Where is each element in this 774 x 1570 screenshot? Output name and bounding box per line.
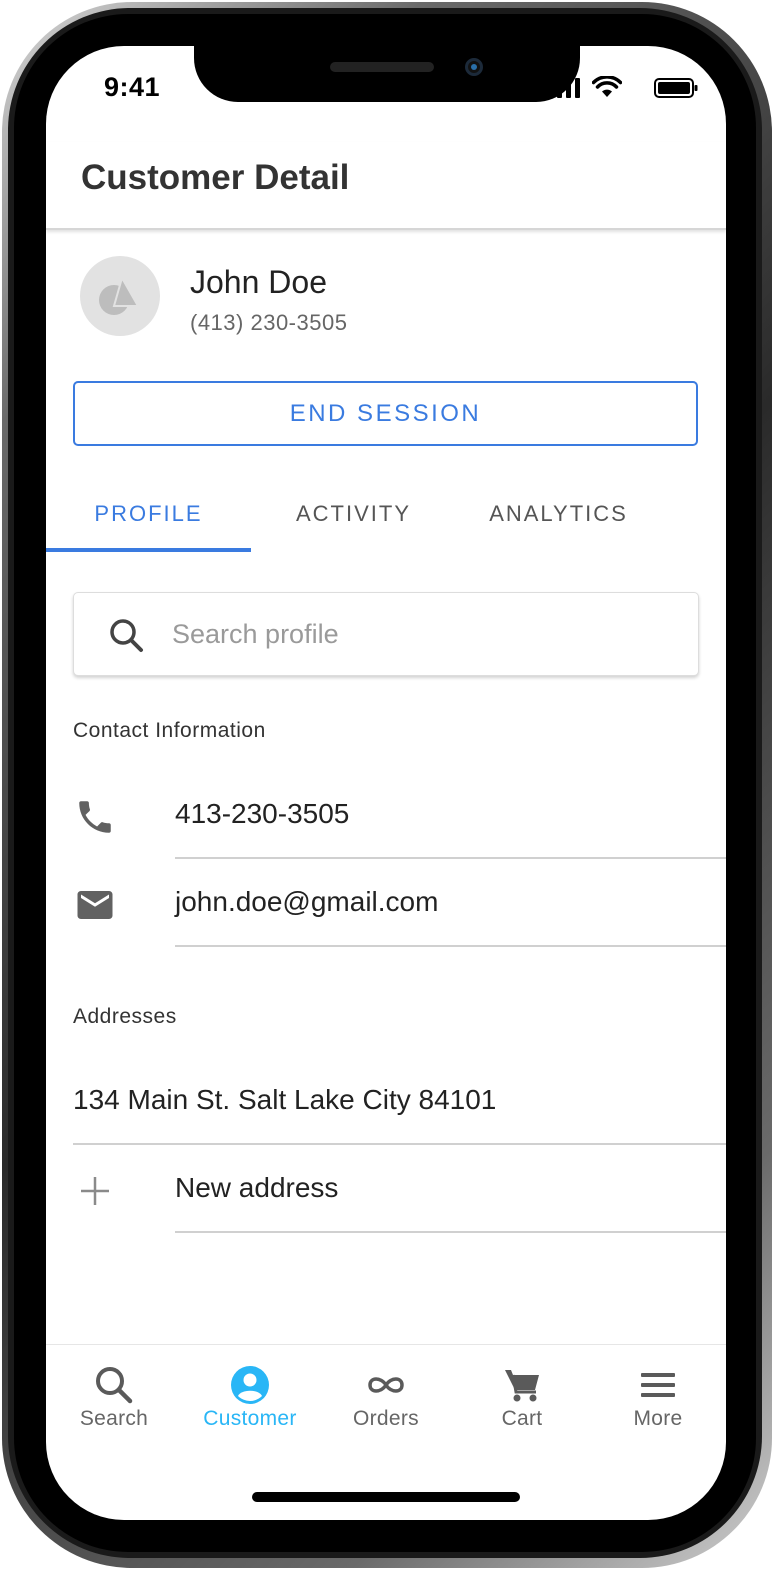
- search-box: [73, 592, 699, 676]
- addresses-section-label: Addresses: [73, 1005, 177, 1028]
- front-camera: [465, 58, 483, 76]
- account-circle-icon: [231, 1366, 269, 1404]
- nav-search-label: Search: [79, 1407, 149, 1430]
- tab-analytics[interactable]: ANALYTICS: [456, 476, 661, 552]
- divider: [175, 1231, 726, 1233]
- infinity-icon: [368, 1377, 404, 1393]
- nav-cart-label: Cart: [501, 1407, 543, 1430]
- divider: [175, 857, 726, 859]
- tab-activity[interactable]: ACTIVITY: [251, 476, 456, 552]
- divider: [73, 1143, 726, 1145]
- nav-cart[interactable]: Cart: [454, 1345, 590, 1455]
- bottom-nav: Search Customer Orders Cart More: [46, 1344, 726, 1454]
- search-input[interactable]: [172, 611, 672, 657]
- contact-email[interactable]: john.doe@gmail.com: [175, 886, 438, 918]
- signal-icon: [548, 78, 580, 98]
- menu-icon: [641, 1373, 675, 1397]
- new-address-button[interactable]: New address: [175, 1172, 338, 1204]
- nav-more-label: More: [633, 1407, 683, 1430]
- search-icon: [96, 1367, 133, 1404]
- plus-icon[interactable]: [74, 1170, 116, 1212]
- avatar: [80, 256, 160, 336]
- nav-search[interactable]: Search: [46, 1345, 182, 1455]
- phone-icon: [79, 801, 111, 833]
- customer-name: John Doe: [190, 264, 327, 300]
- contact-phone[interactable]: 413-230-3505: [175, 798, 349, 830]
- address-item[interactable]: 134 Main St. Salt Lake City 84101: [73, 1084, 496, 1116]
- nav-orders[interactable]: Orders: [318, 1345, 454, 1455]
- tab-profile[interactable]: PROFILE: [46, 476, 251, 552]
- screen: 9:41 Customer Detail John Doe (413) 230-…: [46, 46, 726, 1520]
- end-session-button[interactable]: END SESSION: [73, 381, 698, 446]
- nav-customer-label: Customer: [203, 1407, 297, 1430]
- nav-more[interactable]: More: [590, 1345, 726, 1455]
- status-icons: [538, 76, 698, 100]
- search-icon: [110, 619, 143, 652]
- tab-indicator: [46, 548, 251, 552]
- page-title: Customer Detail: [81, 158, 350, 197]
- tab-bar: PROFILE ACTIVITY ANALYTICS: [46, 476, 726, 552]
- divider: [175, 945, 726, 947]
- status-time: 9:41: [104, 72, 161, 102]
- email-icon: [77, 891, 113, 919]
- nav-customer[interactable]: Customer: [182, 1345, 318, 1455]
- nav-orders-label: Orders: [353, 1407, 419, 1430]
- home-indicator[interactable]: [252, 1492, 520, 1502]
- placeholder-shapes-icon: [99, 275, 140, 315]
- contact-section-label: Contact Information: [73, 719, 266, 742]
- cart-icon: [505, 1370, 539, 1402]
- battery-icon: [654, 78, 698, 98]
- app-header: Customer Detail: [46, 142, 726, 230]
- notch: [194, 46, 580, 102]
- customer-phone: (413) 230-3505: [190, 310, 348, 335]
- speaker: [330, 62, 434, 72]
- wifi-icon: [592, 76, 622, 97]
